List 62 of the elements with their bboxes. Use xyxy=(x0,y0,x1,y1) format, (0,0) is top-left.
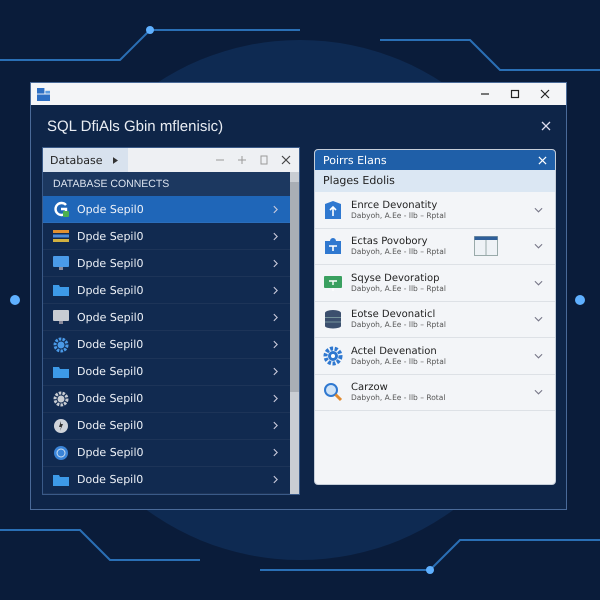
connection-item[interactable]: Dode Sepil0 xyxy=(43,386,290,413)
item-title: Carzow xyxy=(351,382,389,394)
chevron-icon xyxy=(273,312,278,322)
expand-icon[interactable] xyxy=(534,389,543,396)
app-icon xyxy=(37,88,50,100)
connection-item[interactable]: Dpde Sepil0 xyxy=(43,223,290,250)
building-icon xyxy=(323,200,343,220)
connection-item[interactable]: Dode Sepil0 xyxy=(43,466,290,494)
connection-item[interactable]: Opde Sepil0 xyxy=(43,196,290,224)
item-title: Actel Devenation xyxy=(351,346,438,357)
window-title: SQL DfiAls Gbin mflenisic) xyxy=(47,118,224,134)
expand-icon[interactable] xyxy=(534,206,543,213)
close-icon xyxy=(540,89,550,99)
database-icon xyxy=(323,309,343,330)
panel-subtitle: Plages Edolis xyxy=(315,170,555,192)
section-heading: DATABASE CONNECTS xyxy=(43,172,290,196)
expand-icon[interactable] xyxy=(534,352,543,359)
database-tab[interactable]: Database xyxy=(43,148,128,172)
monitor-icon xyxy=(53,255,69,272)
chevron-icon xyxy=(273,448,278,458)
globe-icon xyxy=(53,444,69,461)
caret-icon xyxy=(112,156,118,164)
copy-icon[interactable] xyxy=(259,155,269,165)
chevron-icon xyxy=(273,421,278,430)
gear-icon xyxy=(323,346,343,366)
expand-icon[interactable] xyxy=(534,316,543,322)
item-title: Ectas Povobory xyxy=(351,236,429,248)
scrollbar[interactable] xyxy=(290,172,299,494)
gear-icon xyxy=(53,336,69,353)
search-icon xyxy=(323,382,343,402)
grid-icon xyxy=(53,228,69,244)
connection-item[interactable]: Dode Sepil0 xyxy=(43,358,290,386)
chevron-icon xyxy=(273,204,278,214)
item-title: Eotse Devonaticl xyxy=(351,309,436,320)
chevron-icon xyxy=(273,394,278,404)
connection-item[interactable]: Opde Sepil0 xyxy=(43,304,290,332)
bolt-icon xyxy=(53,418,69,434)
g-icon xyxy=(53,201,69,218)
plus-icon[interactable] xyxy=(237,155,247,165)
item-title: Sqyse Devoratiop xyxy=(351,272,440,284)
expand-icon[interactable] xyxy=(534,243,543,250)
close-icon[interactable] xyxy=(281,155,291,165)
chevron-icon xyxy=(273,232,278,241)
folder-icon xyxy=(53,282,69,298)
expand-icon[interactable] xyxy=(534,280,543,286)
chevron-icon xyxy=(273,286,278,295)
chevron-icon xyxy=(273,475,278,484)
puzzle-icon xyxy=(323,236,343,256)
chevron-icon xyxy=(273,258,278,268)
maximize-icon xyxy=(510,89,520,99)
gear-icon xyxy=(53,390,69,407)
chevron-icon xyxy=(273,340,278,350)
connection-item[interactable]: Dpde Sepil0 xyxy=(43,250,290,278)
item-title: Enrce Devonatity xyxy=(351,200,438,211)
connection-item[interactable]: Dpde Sepil0 xyxy=(43,440,290,467)
chevron-icon xyxy=(273,367,278,376)
monitor-icon xyxy=(53,309,69,326)
connection-item[interactable]: Dode Sepil0 xyxy=(43,412,290,440)
panel-title: Poirrs Elans xyxy=(323,154,388,166)
close-icon xyxy=(541,121,551,131)
connection-item[interactable]: Dpde Sepil0 xyxy=(43,277,290,304)
connection-item[interactable]: Dode Sepil0 xyxy=(43,331,290,359)
